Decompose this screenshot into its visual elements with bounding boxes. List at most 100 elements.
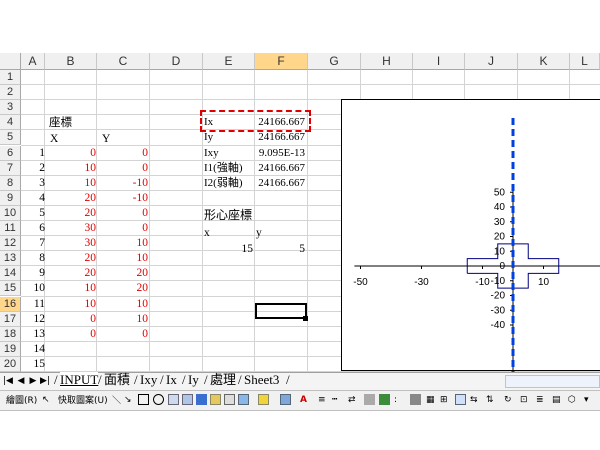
row-header[interactable]: 16: [0, 296, 21, 312]
point-x-cell[interactable]: 30: [46, 236, 97, 251]
next-sheet-icon[interactable]: ▶: [28, 374, 38, 387]
point-x-cell[interactable]: 10: [46, 297, 97, 312]
point-x-cell[interactable]: 20: [46, 266, 97, 281]
row-header[interactable]: 15: [0, 281, 21, 297]
sheet-tab[interactable]: INPUT: [60, 372, 99, 388]
active-cell-selection[interactable]: [255, 303, 307, 319]
fill-color-icon[interactable]: [258, 394, 269, 405]
section-chart[interactable]: -50 -30 -10 10 50 40 30 20 10 0 -10 -20 -30 -40: [341, 99, 600, 372]
property-value-cell[interactable]: 9.095E-13: [255, 146, 305, 161]
point-x-cell[interactable]: 0: [46, 327, 96, 342]
centroid-y-label-cell[interactable]: y: [256, 226, 262, 241]
property-name-cell[interactable]: I2(弱軸): [204, 176, 243, 191]
sheet-tab[interactable]: Sheet3: [244, 372, 279, 388]
property-name-cell[interactable]: Iy: [204, 130, 213, 145]
point-y-cell[interactable]: [98, 357, 148, 372]
point-y-cell[interactable]: -10: [98, 176, 148, 191]
point-index-cell[interactable]: 15: [22, 357, 46, 372]
coords-title-cell[interactable]: 座標: [49, 116, 72, 131]
shadow-icon[interactable]: [364, 394, 375, 405]
column-header[interactable]: F: [255, 53, 308, 70]
more-icon[interactable]: ▾: [584, 392, 589, 407]
row-header[interactable]: 2: [0, 85, 21, 101]
point-index-cell[interactable]: 9: [22, 266, 45, 281]
sheet-tab[interactable]: 面積: [104, 372, 130, 388]
picture-icon[interactable]: [224, 394, 235, 405]
point-y-cell[interactable]: [98, 342, 148, 357]
property-name-cell[interactable]: Ixy: [204, 146, 219, 161]
point-y-cell[interactable]: 10: [98, 312, 149, 327]
line-style-icon[interactable]: ≡: [318, 392, 326, 407]
column-header[interactable]: I: [413, 53, 465, 70]
row-header[interactable]: 20: [0, 356, 21, 372]
first-sheet-icon[interactable]: |◀: [3, 374, 13, 387]
row-header[interactable]: 11: [0, 221, 21, 237]
row-header[interactable]: 7: [0, 160, 21, 176]
point-index-cell[interactable]: 4: [22, 191, 45, 206]
column-header[interactable]: H: [361, 53, 413, 70]
point-index-cell[interactable]: 8: [22, 251, 45, 266]
select-all-corner[interactable]: [0, 53, 21, 70]
point-y-cell[interactable]: 20: [98, 266, 149, 281]
point-x-cell[interactable]: 0: [46, 146, 96, 161]
point-x-cell[interactable]: [46, 357, 96, 372]
order-icon[interactable]: ▤: [552, 392, 561, 407]
point-y-cell[interactable]: 10: [98, 236, 149, 251]
sheet-tab[interactable]: 處理: [210, 372, 236, 388]
group-icon[interactable]: ⊡: [520, 392, 528, 407]
textbox-tool-icon[interactable]: [168, 394, 179, 405]
dash-style-icon[interactable]: ┅: [332, 392, 337, 407]
point-index-cell[interactable]: 10: [22, 281, 46, 296]
sheet-tab[interactable]: Ix: [166, 372, 177, 388]
point-y-cell[interactable]: 0: [98, 161, 148, 176]
column-header[interactable]: G: [308, 53, 361, 70]
wordart-icon[interactable]: [182, 394, 193, 405]
distribute-icon[interactable]: ⇅: [486, 392, 494, 407]
column-header[interactable]: C: [97, 53, 150, 70]
point-x-cell[interactable]: 10: [46, 176, 97, 191]
point-y-cell[interactable]: 0: [98, 327, 148, 342]
point-index-cell[interactable]: 5: [22, 206, 45, 221]
font-color-icon[interactable]: A: [300, 392, 307, 407]
rectangle-tool-icon[interactable]: [138, 394, 149, 405]
point-index-cell[interactable]: 6: [22, 221, 45, 236]
row-header[interactable]: 12: [0, 236, 21, 252]
point-index-cell[interactable]: 2: [22, 161, 45, 176]
column-header[interactable]: B: [45, 53, 97, 70]
point-index-cell[interactable]: 12: [22, 312, 46, 327]
column-header[interactable]: A: [21, 53, 45, 70]
arrow-style-icon[interactable]: ⇄: [348, 392, 356, 407]
row-header[interactable]: 18: [0, 326, 21, 342]
property-name-cell[interactable]: I1(強軸): [204, 161, 243, 176]
autoshapes-menu-button[interactable]: 快取圖案(U): [58, 392, 108, 407]
sheet-tab[interactable]: Ixy: [140, 372, 157, 388]
ungroup-icon[interactable]: ≣: [536, 392, 544, 407]
row-header[interactable]: 3: [0, 100, 21, 116]
row-header[interactable]: 1: [0, 70, 21, 86]
property-value-cell[interactable]: 24166.667: [255, 176, 305, 191]
point-x-cell[interactable]: [46, 342, 96, 357]
sheet-tab[interactable]: Iy: [188, 372, 199, 388]
point-x-cell[interactable]: 20: [46, 191, 97, 206]
arrow-tool-icon[interactable]: ↘: [124, 392, 132, 407]
grayscale-icon[interactable]: [410, 394, 421, 405]
align-icon[interactable]: ⇆: [470, 392, 478, 407]
point-index-cell[interactable]: 1: [22, 146, 45, 161]
line-color-icon[interactable]: [280, 394, 291, 405]
shape-icon[interactable]: ⬡: [568, 392, 576, 407]
row-header[interactable]: 4: [0, 115, 21, 131]
point-index-cell[interactable]: 7: [22, 236, 45, 251]
point-y-cell[interactable]: 0: [98, 146, 148, 161]
point-index-cell[interactable]: 11: [22, 297, 45, 312]
centroid-x-label-cell[interactable]: x: [204, 226, 210, 241]
3d-style-icon[interactable]: [379, 394, 390, 405]
last-sheet-icon[interactable]: ▶|: [40, 374, 50, 387]
row-header[interactable]: 8: [0, 175, 21, 191]
point-x-cell[interactable]: 10: [46, 161, 97, 176]
clipart-icon[interactable]: [210, 394, 221, 405]
column-header[interactable]: J: [465, 53, 518, 70]
point-y-cell[interactable]: -10: [98, 191, 148, 206]
point-x-cell[interactable]: 20: [46, 251, 97, 266]
point-x-cell[interactable]: 10: [46, 281, 97, 296]
point-index-cell[interactable]: 3: [22, 176, 45, 191]
